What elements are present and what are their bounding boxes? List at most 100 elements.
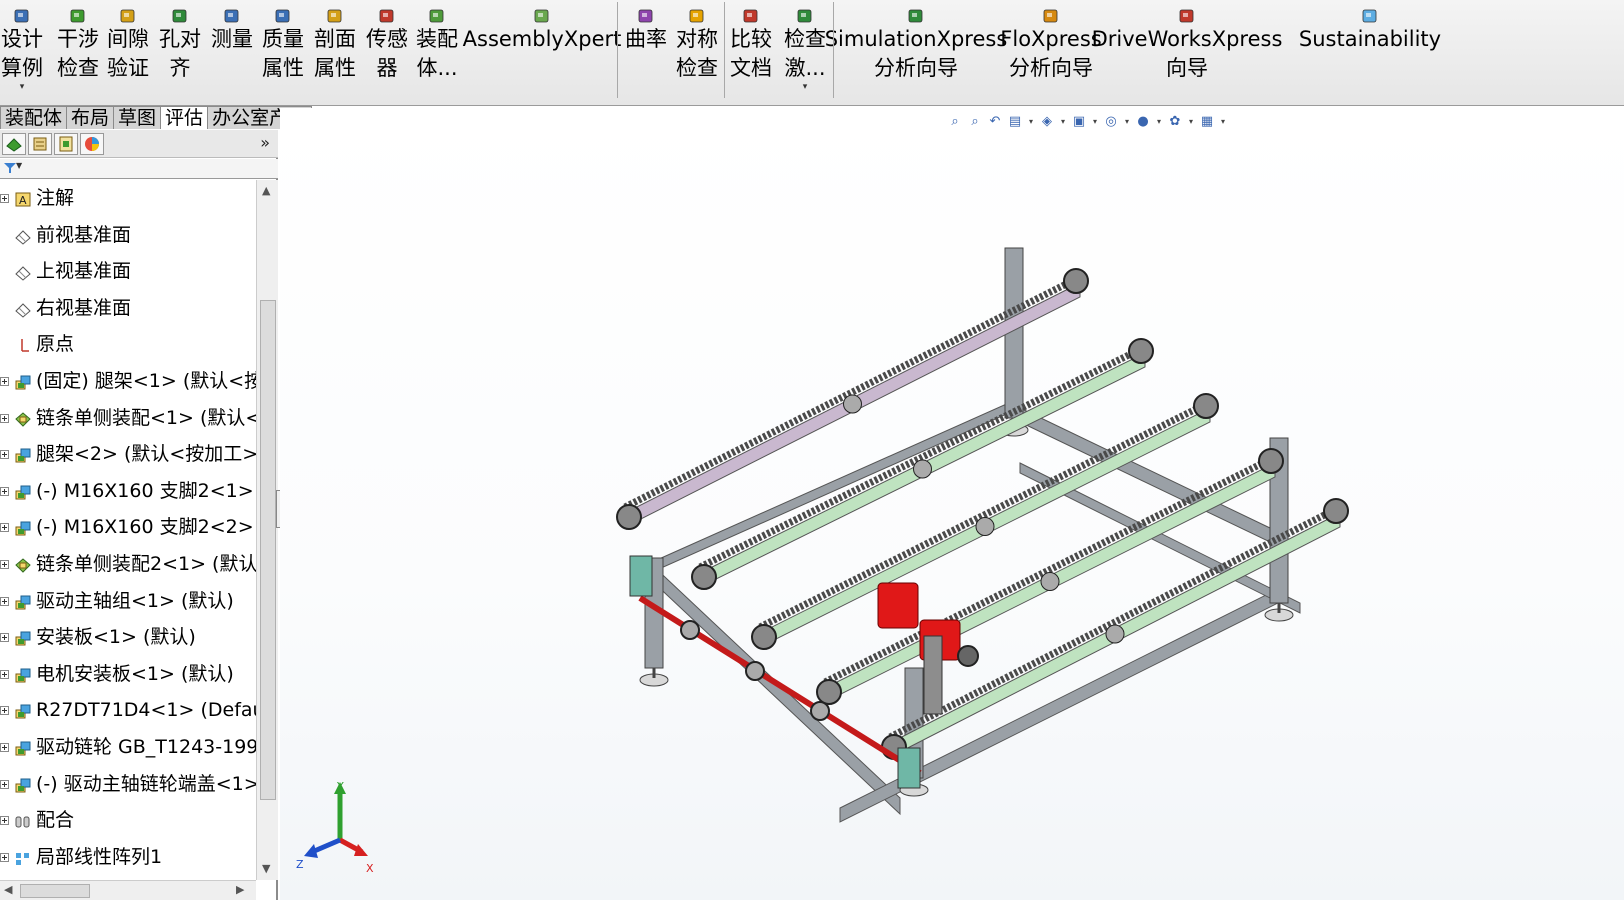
tree-node[interactable]: 安装板<1> (默认) <box>0 622 256 652</box>
drive-sprocket <box>745 661 765 681</box>
expand-plus-icon[interactable] <box>0 779 9 789</box>
expand-plus-icon[interactable] <box>0 377 9 386</box>
mass-properties-icon <box>273 7 293 25</box>
clearance-label-line2: 验证 <box>107 56 149 80</box>
tree-node[interactable]: (-) 驱动主轴链轮端盖<1> ( <box>0 769 256 799</box>
tree-node[interactable]: 链条单侧装配2<1> (默认<! <box>0 549 256 579</box>
measure-button[interactable]: 测量 <box>208 0 256 100</box>
floxpress-button[interactable]: FloXpress 分析向导 <box>1000 0 1102 100</box>
tail-sprocket <box>1258 448 1284 474</box>
tree-node[interactable]: 原点 <box>0 329 256 359</box>
expand-plus-icon[interactable] <box>0 194 9 203</box>
tail-sprocket <box>1128 338 1154 364</box>
dropdown-arrow-icon[interactable]: ▾ <box>20 83 25 92</box>
svg-text:A: A <box>19 194 27 207</box>
assemblyxpert-button[interactable]: AssemblyXpert <box>463 0 621 100</box>
tab-0[interactable]: 装配体 <box>0 106 68 129</box>
expand-plus-icon[interactable] <box>0 852 9 862</box>
tree-node[interactable]: 局部线性阵列1 <box>0 842 256 872</box>
curvature-button[interactable]: 曲率 <box>622 0 670 100</box>
horizontal-scrollbar-thumb[interactable] <box>20 884 90 898</box>
expand-plus-icon[interactable] <box>0 743 9 752</box>
expand-plus-icon[interactable] <box>0 816 9 826</box>
subassembly-icon <box>14 739 32 757</box>
property-manager-tab-icon[interactable] <box>28 133 52 155</box>
scroll-down-arrow[interactable]: ▼ <box>262 862 270 875</box>
ribbon-separator <box>833 2 834 98</box>
tree-node[interactable]: (-) M16X160 支脚2<1> (I <box>0 476 256 506</box>
expand-plus-icon[interactable] <box>0 669 9 679</box>
tree-node[interactable]: R27DT71D4<1> (Default) <box>0 695 256 725</box>
idler-sprocket <box>751 624 777 650</box>
feature-manager-tab-icon[interactable] <box>2 133 26 155</box>
plane-icon <box>14 300 32 318</box>
tail-sprocket <box>1063 268 1089 294</box>
simxpress-button[interactable]: SimulationXpress 分析向导 <box>825 0 1007 100</box>
tree-node[interactable]: (-) M16X160 支脚2<2> (I <box>0 512 256 542</box>
driveworks-button[interactable]: DriveWorksXpress 向导 <box>1092 0 1282 100</box>
simxpress-label-line2: 分析向导 <box>874 56 958 80</box>
tree-node[interactable]: 前视基准面 <box>0 220 256 250</box>
tab-1[interactable]: 布局 <box>66 106 115 129</box>
hole-align-icon <box>170 7 190 25</box>
filter-dropdown-arrow[interactable]: ▼ <box>16 161 22 170</box>
tree-node-label: R27DT71D4<1> (Default) <box>36 699 256 722</box>
clearance-button[interactable]: 间隙 验证 <box>104 0 152 100</box>
tree-vertical-scrollbar[interactable]: ▲ ▼ <box>256 180 278 880</box>
scrollbar-thumb[interactable] <box>260 300 276 800</box>
sensor-button[interactable]: 传感器 <box>362 0 412 100</box>
motor-sprocket <box>957 645 979 667</box>
tree-node-label: 右视基准面 <box>36 296 132 319</box>
expand-plus-icon[interactable] <box>0 633 9 643</box>
tree-node-label: 原点 <box>36 333 75 356</box>
scroll-right-arrow[interactable]: ▶ <box>236 883 244 896</box>
driveworksxpress-icon <box>1177 7 1197 25</box>
tree-node[interactable]: A 注解 <box>0 183 256 213</box>
assembly-vis-button[interactable]: 装配 体... <box>412 0 462 100</box>
tree-node[interactable]: 配合 <box>0 805 256 835</box>
symmetry-button[interactable]: 对称 检查 <box>672 0 722 100</box>
tree-node[interactable]: 上视基准面 <box>0 256 256 286</box>
mass-props-button[interactable]: 质量 属性 <box>258 0 308 100</box>
expand-plus-icon[interactable] <box>0 706 9 716</box>
tree-node[interactable]: 驱动链轮 GB_T1243-1997_ <box>0 732 256 762</box>
configuration-manager-tab-icon[interactable] <box>54 133 78 155</box>
tree-node-label: 局部线性阵列1 <box>36 845 163 868</box>
expand-plus-icon[interactable] <box>0 523 9 533</box>
tree-node[interactable]: 链条单侧装配<1> (默认<默 <box>0 403 256 433</box>
expand-plus-icon[interactable] <box>0 413 9 423</box>
panel-expand-button[interactable]: » <box>260 133 270 152</box>
dropdown-arrow-icon[interactable]: ▾ <box>803 83 808 92</box>
idler-sprocket <box>616 504 642 530</box>
scroll-left-arrow[interactable]: ◀ <box>4 883 12 896</box>
tree-node[interactable]: 驱动主轴组<1> (默认) <box>0 586 256 616</box>
tree-node[interactable]: 右视基准面 <box>0 293 256 323</box>
tab-2[interactable]: 草图 <box>113 106 162 129</box>
subassembly-icon <box>14 666 32 684</box>
design-study-button[interactable]: 设计 算例 ▾ <box>0 0 44 100</box>
interference-button[interactable]: 干涉 检查 <box>54 0 102 100</box>
scroll-up-arrow[interactable]: ▲ <box>262 184 270 197</box>
expand-plus-icon[interactable] <box>0 596 9 606</box>
hole-align-button[interactable]: 孔对齐 <box>156 0 204 100</box>
sensor-label-line2: 器 <box>376 56 398 80</box>
check-active-button[interactable]: 检查 激... ▾ <box>780 0 830 100</box>
tree-node[interactable]: 电机安装板<1> (默认) <box>0 659 256 689</box>
ribbon-separator <box>617 2 618 98</box>
section-props-label-line1: 剖面 <box>314 27 356 51</box>
expand-plus-icon[interactable] <box>0 450 9 460</box>
section-props-button[interactable]: 剖面 属性 <box>310 0 360 100</box>
mid-sprocket <box>843 394 862 414</box>
display-manager-tab-icon[interactable] <box>80 133 104 155</box>
tail-sprocket <box>1323 498 1349 524</box>
expand-plus-icon[interactable] <box>0 560 9 569</box>
tree-node[interactable]: (固定) 腿架<1> (默认<按加 <box>0 366 256 396</box>
tab-3[interactable]: 评估 <box>160 106 209 129</box>
tree-horizontal-scrollbar[interactable]: ◀ ▶ <box>0 880 256 900</box>
conveyor-model-3d[interactable] <box>280 108 1624 900</box>
tree-filter[interactable]: ▼ <box>0 159 278 179</box>
tree-node[interactable]: 腿架<2> (默认<按加工>) <box>0 439 256 469</box>
sustainability-button[interactable]: Sustainability <box>1299 0 1441 100</box>
compare-button[interactable]: 比较 文档 <box>726 0 776 100</box>
expand-plus-icon[interactable] <box>0 486 9 496</box>
